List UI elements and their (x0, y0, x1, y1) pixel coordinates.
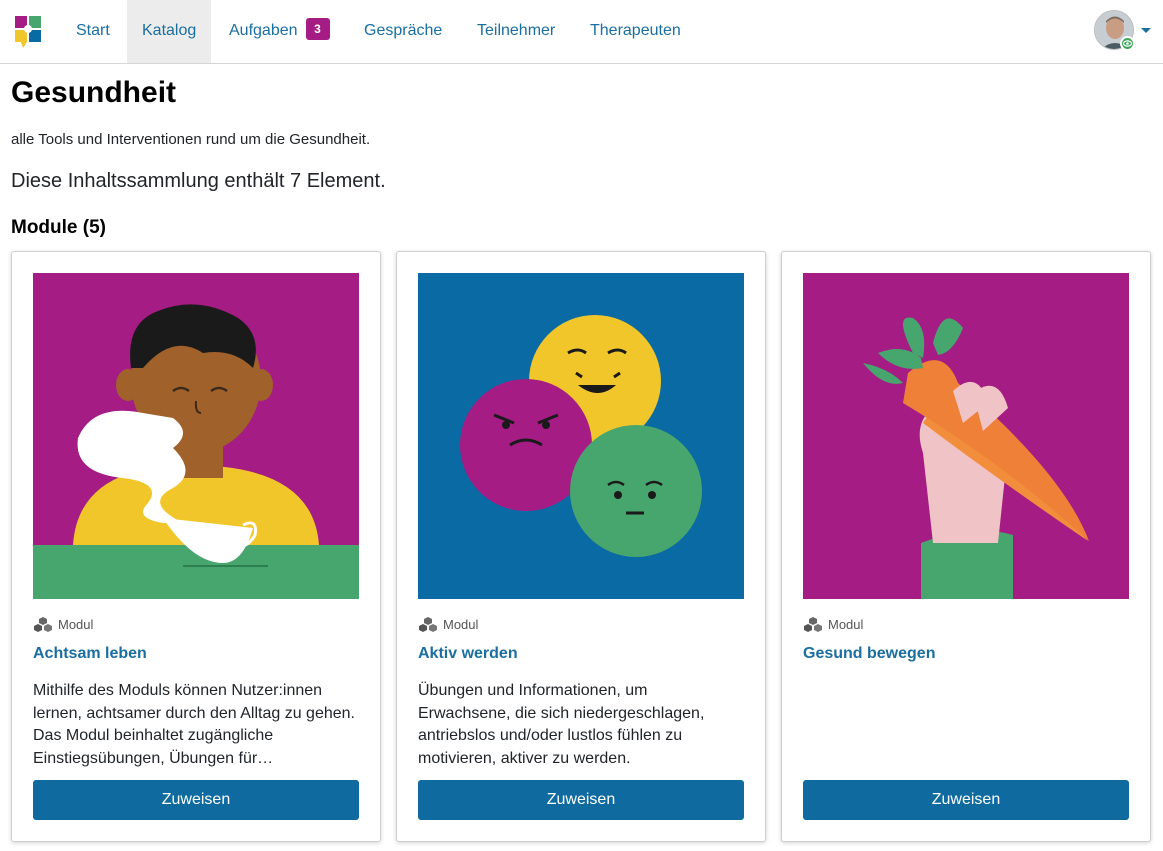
top-navbar: Start Katalog Aufgaben 3 Gespräche Teilne… (0, 0, 1163, 64)
module-card-gesund-bewegen: Modul Gesund bewegen Zuweisen (781, 251, 1151, 842)
module-card-achtsam-leben: Modul Achtsam leben Mithilfe des Moduls … (11, 251, 381, 842)
page-title: Gesundheit (11, 76, 177, 109)
card-title-link[interactable]: Gesund bewegen (803, 645, 935, 663)
module-cubes-icon (418, 616, 438, 633)
card-description: Mithilfe des Moduls können Nutzer:innen … (33, 682, 355, 767)
page-description: alle Tools und Interventionen rund um di… (11, 131, 371, 148)
user-menu[interactable] (1094, 10, 1136, 52)
card-type-label: Modul (443, 617, 479, 632)
hand-holding-carrots-illustration[interactable] (803, 273, 1129, 599)
app-logo[interactable] (13, 14, 45, 50)
collection-count: Diese Inhaltssammlung enthält 7 Element. (11, 170, 386, 192)
assign-button[interactable]: Zuweisen (418, 780, 744, 820)
nav-gespraeche-label: Gespräche (364, 22, 443, 39)
module-cubes-icon (33, 616, 53, 633)
nav-therapeuten-label: Therapeuten (590, 22, 681, 39)
nav-katalog-label: Katalog (142, 22, 197, 39)
assign-button[interactable]: Zuweisen (803, 780, 1129, 820)
person-with-tea-illustration[interactable] (33, 273, 359, 599)
modules-section-title: Module (5) (11, 217, 106, 238)
nav-therapeuten[interactable]: Therapeuten (575, 0, 696, 63)
nav-katalog[interactable]: Katalog (127, 0, 212, 63)
nav-gespraeche[interactable]: Gespräche (349, 0, 457, 63)
nav-aufgaben[interactable]: Aufgaben 3 (214, 0, 345, 63)
assign-button[interactable]: Zuweisen (33, 780, 359, 820)
card-title-link[interactable]: Aktiv werden (418, 645, 518, 663)
module-card-aktiv-werden: Modul Aktiv werden Übungen und Informati… (396, 251, 766, 842)
eye-status-icon (1120, 36, 1135, 51)
nav-start[interactable]: Start (61, 0, 125, 63)
nav-teilnehmer[interactable]: Teilnehmer (462, 0, 570, 63)
card-description: Übungen und Informationen, um Erwachsene… (418, 682, 705, 767)
card-type-label: Modul (58, 617, 94, 632)
nav-teilnehmer-label: Teilnehmer (477, 22, 556, 39)
emotion-faces-illustration[interactable] (418, 273, 744, 599)
nav-aufgaben-label: Aufgaben (229, 22, 298, 39)
card-title-link[interactable]: Achtsam leben (33, 645, 147, 663)
nav-start-label: Start (76, 22, 110, 39)
module-cubes-icon (803, 616, 823, 633)
card-type-label: Modul (828, 617, 864, 632)
caret-down-icon[interactable] (1141, 28, 1151, 33)
tasks-count-badge: 3 (305, 17, 330, 40)
